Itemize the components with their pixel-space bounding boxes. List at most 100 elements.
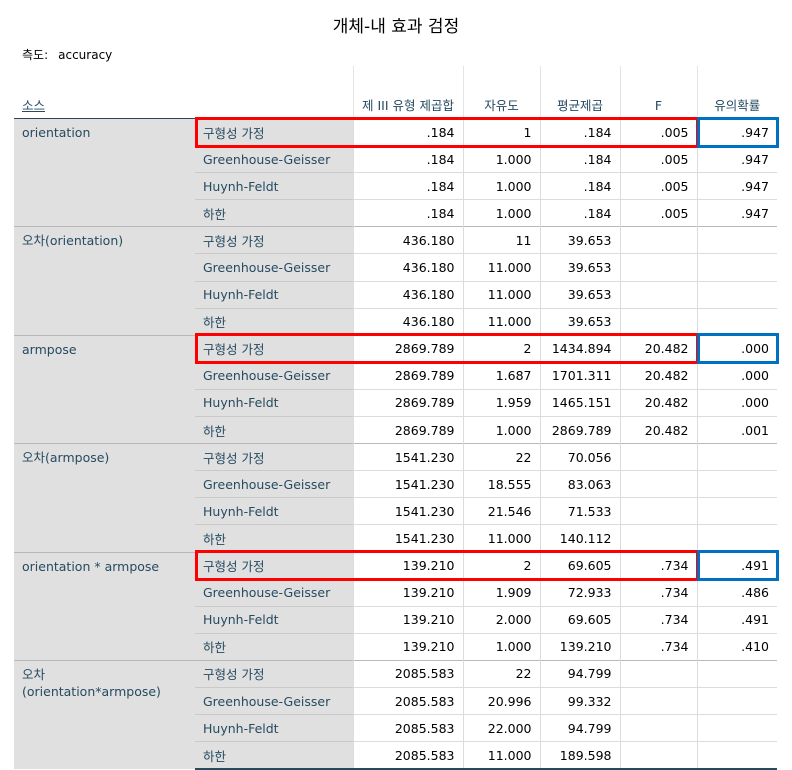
f-cell: .005 bbox=[619, 172, 697, 200]
f-cell bbox=[619, 307, 697, 336]
table-row: 오차 (orientation*armpose) 구형성 가정 2085.583 22… bbox=[14, 659, 777, 770]
df-cell: 22 bbox=[462, 443, 540, 471]
correction-label: Huynh-Feldt bbox=[195, 714, 353, 742]
f-cell bbox=[619, 741, 697, 770]
ms-cell: 39.653 bbox=[539, 280, 620, 309]
f-cell bbox=[619, 524, 697, 552]
df-cell: 2.000 bbox=[462, 605, 540, 634]
df-cell: 1.959 bbox=[462, 388, 540, 417]
df-cell: 11.000 bbox=[462, 741, 540, 770]
ms-cell: 94.799 bbox=[539, 714, 620, 742]
f-cell: .734 bbox=[619, 578, 697, 607]
ms-cell: 1465.151 bbox=[539, 388, 620, 417]
ss-cell: 1541.230 bbox=[352, 524, 463, 552]
df-cell: 1.000 bbox=[462, 199, 540, 227]
ss-cell: 2869.789 bbox=[352, 361, 463, 390]
row-highlight-box bbox=[195, 550, 699, 582]
f-cell bbox=[619, 686, 697, 715]
df-cell: 22.000 bbox=[462, 714, 540, 742]
sig-cell: .001 bbox=[696, 416, 777, 444]
source-cell: 오차 (orientation*armpose) bbox=[14, 659, 195, 770]
correction-label: 하한 bbox=[195, 307, 353, 336]
ms-cell: 72.933 bbox=[539, 578, 620, 607]
ms-cell: 94.799 bbox=[539, 659, 620, 688]
ss-cell: 1541.230 bbox=[352, 470, 463, 498]
sig-cell bbox=[696, 470, 777, 498]
sig-cell bbox=[696, 714, 777, 742]
df-cell: 1.000 bbox=[462, 632, 540, 661]
within-subjects-effects-table: 소스 제 III 유형 제곱합 자유도 평균제곱 F 유의확률 orientat… bbox=[14, 66, 777, 770]
row-highlight-box bbox=[195, 116, 699, 148]
correction-label: Greenhouse-Geisser bbox=[195, 361, 353, 390]
f-cell bbox=[619, 253, 697, 282]
ss-cell: 139.210 bbox=[352, 578, 463, 607]
correction-label: Huynh-Feldt bbox=[195, 388, 353, 417]
header-df: 자유도 bbox=[462, 66, 540, 119]
f-cell bbox=[619, 226, 697, 254]
measure-value: accuracy bbox=[58, 48, 113, 62]
f-cell: 20.482 bbox=[619, 388, 697, 417]
header-correction bbox=[195, 66, 353, 119]
correction-label: Huynh-Feldt bbox=[195, 280, 353, 309]
df-cell: 1.000 bbox=[462, 416, 540, 444]
ms-cell: 39.653 bbox=[539, 226, 620, 254]
f-cell bbox=[619, 497, 697, 525]
measure-label: 측도: bbox=[22, 48, 49, 62]
df-cell: 1.909 bbox=[462, 578, 540, 607]
f-cell bbox=[619, 470, 697, 498]
ss-cell: 436.180 bbox=[352, 253, 463, 282]
sig-cell bbox=[696, 686, 777, 715]
source-cell: 오차(orientation) bbox=[14, 226, 195, 336]
ss-cell: 139.210 bbox=[352, 605, 463, 634]
ss-cell: 2869.789 bbox=[352, 388, 463, 417]
sig-cell: .000 bbox=[696, 361, 777, 390]
sig-cell: .000 bbox=[696, 388, 777, 417]
correction-label: Greenhouse-Geisser bbox=[195, 470, 353, 498]
f-cell: 20.482 bbox=[619, 416, 697, 444]
sig-cell: .947 bbox=[696, 199, 777, 227]
ss-cell: 436.180 bbox=[352, 226, 463, 254]
ss-cell: 139.210 bbox=[352, 632, 463, 661]
sig-highlight-box bbox=[697, 116, 779, 148]
ms-cell: 39.653 bbox=[539, 307, 620, 336]
sig-cell bbox=[696, 741, 777, 770]
sig-cell: .491 bbox=[696, 605, 777, 634]
ms-cell: 139.210 bbox=[539, 632, 620, 661]
ms-cell: 140.112 bbox=[539, 524, 620, 552]
sig-cell bbox=[696, 226, 777, 254]
ms-cell: 2869.789 bbox=[539, 416, 620, 444]
ms-cell: 189.598 bbox=[539, 741, 620, 770]
ss-cell: 2085.583 bbox=[352, 714, 463, 742]
correction-label: Huynh-Feldt bbox=[195, 497, 353, 525]
correction-label: 구형성 가정 bbox=[195, 443, 353, 471]
ss-cell: 2085.583 bbox=[352, 659, 463, 688]
sig-highlight-box bbox=[697, 550, 779, 582]
ms-cell: 99.332 bbox=[539, 686, 620, 715]
df-cell: 21.546 bbox=[462, 497, 540, 525]
sig-cell: .947 bbox=[696, 172, 777, 200]
f-cell: .005 bbox=[619, 199, 697, 227]
ms-cell: .184 bbox=[539, 199, 620, 227]
source-cell: orientation * armpose bbox=[14, 551, 195, 661]
sig-cell bbox=[696, 307, 777, 336]
ms-cell: 71.533 bbox=[539, 497, 620, 525]
header-f: F bbox=[619, 66, 697, 119]
ss-cell: .184 bbox=[352, 145, 463, 173]
correction-label: 하한 bbox=[195, 741, 353, 770]
correction-label: 구형성 가정 bbox=[195, 659, 353, 688]
f-cell: .734 bbox=[619, 605, 697, 634]
df-cell: 11.000 bbox=[462, 307, 540, 336]
f-cell: 20.482 bbox=[619, 361, 697, 390]
ss-cell: 2869.789 bbox=[352, 416, 463, 444]
sig-cell: .410 bbox=[696, 632, 777, 661]
correction-label: 하한 bbox=[195, 524, 353, 552]
f-cell: .005 bbox=[619, 145, 697, 173]
correction-label: Huynh-Feldt bbox=[195, 172, 353, 200]
correction-label: 하한 bbox=[195, 632, 353, 661]
source-cell: orientation bbox=[14, 117, 195, 227]
sig-highlight-box bbox=[697, 333, 779, 365]
ms-cell: .184 bbox=[539, 145, 620, 173]
sig-cell bbox=[696, 524, 777, 552]
f-cell bbox=[619, 659, 697, 688]
source-cell: 오차(armpose) bbox=[14, 443, 195, 552]
